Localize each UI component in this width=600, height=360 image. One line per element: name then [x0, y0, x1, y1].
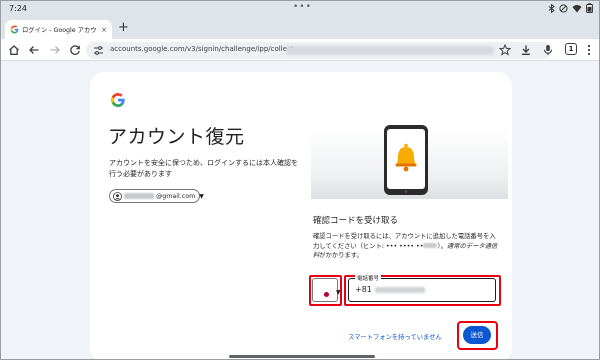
account-email: @gmail.com: [156, 192, 196, 200]
section-desc-suffix: ）。: [437, 242, 447, 250]
tab-strip: ログイン - Google アカウ × +: [1, 17, 599, 39]
chevron-down-icon: ▼: [199, 192, 204, 200]
bluetooth-icon: [548, 3, 555, 13]
browser-toolbar: accounts.google.com/v3/signin/challenge/…: [1, 39, 599, 61]
send-button-highlight: 送信: [457, 321, 498, 350]
section-title: 確認コードを受け取る: [313, 216, 399, 226]
phone-label: 電話番号: [355, 274, 382, 282]
home-indicator[interactable]: [229, 355, 375, 358]
tab-switcher-button[interactable]: 1: [565, 43, 577, 55]
page-description: アカウントを安全に保つため、ログインするには本人確認を行う必要があります: [109, 159, 298, 178]
phone-value: +81: [355, 285, 425, 294]
phone-number-input[interactable]: 電話番号 +81: [348, 274, 496, 302]
status-time: 7:24: [9, 4, 27, 13]
chevron-down-icon: ▼: [336, 289, 341, 296]
home-icon[interactable]: [8, 44, 20, 56]
device-screen: 7:24 ••• ログイン - Google アカウ × + accounts.…: [0, 0, 600, 360]
site-settings-icon[interactable]: [93, 45, 104, 56]
browser-tab[interactable]: ログイン - Google アカウ ×: [5, 20, 112, 39]
email-redacted: [124, 193, 154, 199]
avatar-icon: [113, 191, 122, 201]
wifi-icon: [572, 4, 582, 12]
account-chip[interactable]: @gmail.com ▼: [109, 189, 204, 203]
new-tab-button[interactable]: +: [118, 20, 129, 36]
phone-prefix: +81: [355, 285, 372, 294]
google-logo: [111, 92, 125, 107]
back-icon[interactable]: [28, 44, 40, 56]
do-not-disturb-icon: [559, 3, 568, 13]
section-desc-end: がかかります。: [319, 252, 363, 259]
country-code-select-highlight: ▼: [309, 275, 342, 306]
mic-icon[interactable]: [542, 44, 554, 56]
page-content: アカウント復元 アカウントを安全に保つため、ログインするには本人確認を行う必要が…: [1, 61, 599, 359]
status-icons: [548, 3, 593, 13]
forward-icon[interactable]: [49, 44, 61, 56]
phone-field-highlight: 電話番号 +81: [344, 274, 501, 306]
phone-redacted: [374, 286, 425, 293]
send-button[interactable]: 送信: [463, 326, 491, 344]
download-icon[interactable]: [520, 44, 532, 56]
reload-icon[interactable]: [69, 44, 81, 56]
no-phone-link[interactable]: スマートフォンを持っていません: [348, 332, 442, 341]
hint-redacted: [423, 243, 438, 248]
menu-icon[interactable]: [586, 44, 592, 56]
japan-flag-icon: [324, 292, 329, 297]
google-favicon-icon: [10, 25, 19, 34]
url-redacted: [286, 46, 494, 55]
country-code-select[interactable]: ▼: [312, 278, 341, 302]
page-title: アカウント復元: [108, 126, 245, 148]
tab-close-icon[interactable]: ×: [101, 26, 107, 34]
recovery-card: アカウント復元 アカウントを安全に保つため、ログインするには本人確認を行う必要が…: [90, 72, 512, 359]
battery-icon: [586, 3, 593, 13]
section-description: 確認コードを受け取るには、アカウントに追加した電話番号を入力してください（ヒント…: [313, 232, 498, 261]
status-dots: •••: [293, 2, 312, 12]
address-bar[interactable]: accounts.google.com/v3/signin/challenge/…: [86, 42, 552, 59]
tab-title: ログイン - Google アカウ: [22, 27, 97, 34]
url-text: accounts.google.com/v3/signin/challenge/…: [110, 45, 294, 53]
status-bar: 7:24 •••: [1, 1, 599, 17]
star-icon[interactable]: [499, 44, 511, 56]
phone-bell-illustration: [384, 125, 428, 195]
